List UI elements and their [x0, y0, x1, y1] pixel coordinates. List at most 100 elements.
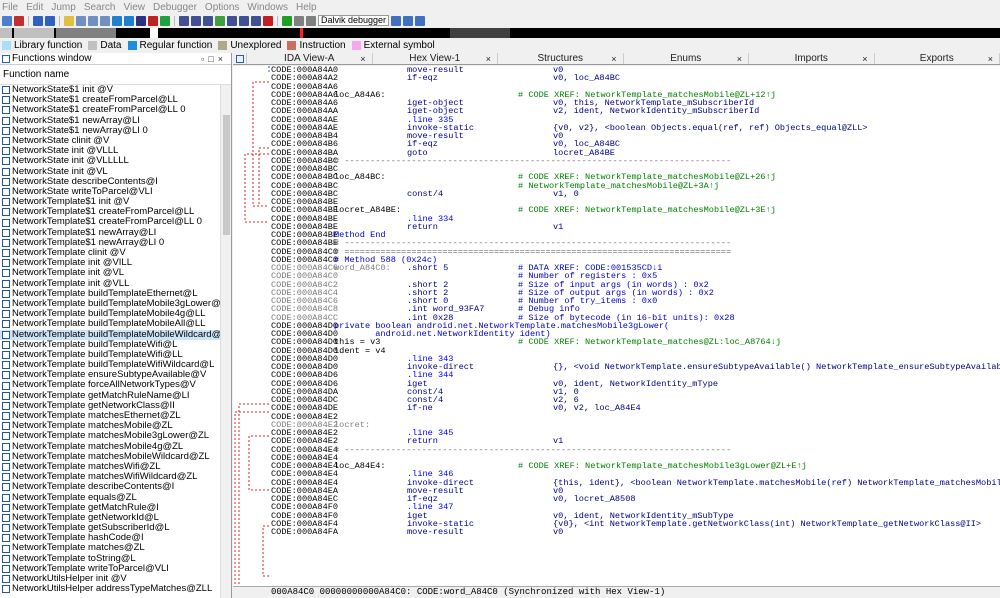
- text-search-icon[interactable]: [100, 15, 110, 26]
- code-line[interactable]: CODE:000A84BC # -------------------------…: [271, 156, 1000, 165]
- function-icon: [2, 198, 10, 207]
- delete-icon[interactable]: [263, 15, 273, 26]
- window-controls[interactable]: ▫□×: [201, 54, 227, 64]
- code-line[interactable]: CODE:000A84AA iget-object v2, ident, Netwo…: [271, 107, 1000, 116]
- menu-help[interactable]: Help: [296, 2, 317, 13]
- code-line[interactable]: CODE:000A84FA move-result v0: [271, 528, 1000, 537]
- call-graph-icon[interactable]: [191, 15, 201, 26]
- data-icon[interactable]: [124, 15, 134, 26]
- function-icon: [2, 228, 10, 237]
- tab-close-icon[interactable]: ×: [360, 54, 365, 64]
- tab-structures[interactable]: Structures ×: [498, 53, 624, 64]
- code-operands: {}, <void NetworkTemplate.ensureSubtypeA…: [553, 362, 1000, 372]
- legend-item: Instruction: [287, 40, 346, 51]
- open-icon[interactable]: [2, 15, 12, 26]
- functions-scrollbar[interactable]: [220, 85, 231, 598]
- menu-file[interactable]: File: [2, 2, 18, 13]
- edit-icon[interactable]: [64, 15, 74, 26]
- xref-icon[interactable]: [179, 15, 189, 26]
- code-line[interactable]: CODE:000A84E4 loc_A84E4: # CODE XREF: Netw…: [271, 462, 1000, 471]
- tab-close-icon[interactable]: ×: [988, 54, 993, 64]
- step-icon[interactable]: [415, 15, 426, 26]
- function-row[interactable]: NetworkTemplate describeContents@I: [0, 482, 220, 492]
- menu-search[interactable]: Search: [84, 2, 116, 13]
- detach-icon[interactable]: [403, 15, 414, 26]
- code-line[interactable]: CODE:000A84DE if-ne v0, v2, loc_A84E4: [271, 404, 1000, 413]
- search-next-icon[interactable]: [88, 15, 98, 26]
- back-icon[interactable]: [33, 15, 43, 26]
- code-line[interactable]: CODE:000A84BE .line 334: [271, 214, 1000, 223]
- code-line[interactable]: CODE:000A84F4 invoke-static {v0}, <int Net…: [271, 519, 1000, 528]
- code-line[interactable]: CODE:000A84DA const/4 v1, 0: [271, 387, 1000, 396]
- navigation-band[interactable]: [0, 28, 1000, 38]
- function-row[interactable]: NetworkState init @VLLLLL: [0, 156, 220, 166]
- code-line[interactable]: CODE:000A84A0 move-result v0: [271, 66, 1000, 74]
- function-icon: [2, 473, 10, 482]
- play-icon[interactable]: [282, 15, 292, 26]
- tab-exports[interactable]: Exports ×: [875, 53, 1000, 64]
- tab-ida-view-a[interactable]: IDA View-A ×: [247, 53, 373, 64]
- scrollbar-thumb[interactable]: [223, 115, 230, 235]
- code-line[interactable]: CODE:000A84EC if-eqz v0, locret_A8508: [271, 495, 1000, 504]
- code-line[interactable]: CODE:000A84BC # NetworkTemplate_matchesMo…: [271, 181, 1000, 190]
- code-line[interactable]: CODE:000A84BE locret_A84BE: # CODE XREF: N…: [271, 205, 1000, 216]
- menu-debugger[interactable]: Debugger: [153, 2, 197, 13]
- menu-view[interactable]: View: [124, 2, 146, 13]
- code-line[interactable]: CODE:000A84E4 invoke-direct {this, ident},…: [271, 478, 1000, 487]
- enum-icon[interactable]: [239, 15, 249, 26]
- text-icon[interactable]: [136, 15, 146, 26]
- code-line[interactable]: CODE:000A84E2 locret:: [271, 420, 1000, 429]
- struct-icon[interactable]: [227, 15, 237, 26]
- menu-options[interactable]: Options: [205, 2, 239, 13]
- function-icon: [2, 279, 10, 288]
- code-line[interactable]: CODE:000A84AE invoke-static {v0, v2}, <boo…: [271, 123, 1000, 132]
- tab-close-icon[interactable]: ×: [737, 54, 742, 64]
- segment-icon[interactable]: [251, 15, 261, 26]
- debugger-select[interactable]: Dalvik debugger: [318, 15, 390, 26]
- code-line[interactable]: CODE:000A84C6 .short 0 # Number of try_ite…: [271, 297, 1000, 306]
- menu-edit[interactable]: Edit: [26, 2, 43, 13]
- code-line[interactable]: CODE:000A84E4 # -------------------------…: [271, 445, 1000, 454]
- breakpoint-icon[interactable]: [215, 15, 225, 26]
- forward-icon[interactable]: [45, 15, 55, 26]
- search-icon[interactable]: [76, 15, 86, 26]
- save-icon[interactable]: [14, 15, 24, 26]
- function-row[interactable]: NetworkTemplate buildTemplateMobileAll@L…: [0, 319, 220, 329]
- code-line[interactable]: CODE:000A84D0 ident = v4: [271, 346, 1000, 355]
- tab-hex-view-1[interactable]: Hex View-1 ×: [373, 53, 498, 64]
- function-icon: [2, 503, 10, 512]
- code-lines[interactable]: CODE:000A84A0 move-result v0 CODE:000A84A2 i…: [271, 66, 1000, 586]
- tab-view-icon[interactable]: [233, 53, 247, 64]
- code-line[interactable]: CODE:000A84BC const/4 v1, 0: [271, 189, 1000, 198]
- column-header-function-name[interactable]: Function name: [0, 65, 231, 85]
- tab-close-icon[interactable]: ×: [862, 54, 867, 64]
- tab-close-icon[interactable]: ×: [486, 54, 491, 64]
- tab-imports[interactable]: Imports ×: [749, 53, 875, 64]
- code-line[interactable]: CODE:000A84E2: [271, 412, 1000, 421]
- code-line[interactable]: CODE:000A84D0 invoke-direct {}, <void Netw…: [271, 362, 1000, 372]
- tab-close-icon[interactable]: ×: [611, 54, 616, 64]
- stop-icon[interactable]: [306, 15, 316, 26]
- function-icon: [2, 412, 10, 421]
- code-line[interactable]: CODE:000A84B4 move-result v0: [271, 132, 1000, 141]
- code-line[interactable]: CODE:000A84D6 iget v0, ident, NetworkIdent…: [271, 379, 1000, 388]
- undefine-icon[interactable]: [148, 15, 158, 26]
- pause-icon[interactable]: [294, 15, 304, 26]
- functions-icon: [2, 54, 10, 63]
- code-line[interactable]: CODE:000A84B6 if-eqz v0, loc_A84BC: [271, 140, 1000, 149]
- function-icon: [2, 422, 10, 431]
- code-mnemonic: .short 5: [407, 263, 449, 273]
- code-label: locret_A84BE:: [334, 205, 402, 216]
- menu-jump[interactable]: Jump: [51, 2, 75, 13]
- code-line[interactable]: CODE:000A84E2 .line 345: [271, 429, 1000, 438]
- flow-chart-icon[interactable]: [203, 15, 213, 26]
- functions-list[interactable]: NetworkState$1 init @V NetworkState$1 cre…: [0, 85, 220, 598]
- menu-windows[interactable]: Windows: [247, 2, 288, 13]
- binary-search-icon[interactable]: [112, 15, 122, 26]
- tab-enums[interactable]: Enums ×: [624, 53, 749, 64]
- code-line[interactable]: CODE:000A84A2 if-eqz v0, loc_A84BC: [271, 74, 1000, 83]
- graph-icon[interactable]: [160, 15, 170, 26]
- disassembly-view[interactable]: CODE:000A84A0 move-result v0 CODE:000A84A2 i…: [233, 66, 1000, 586]
- function-row[interactable]: NetworkUtilsHelper addressTypeMatches@ZL…: [0, 583, 220, 594]
- attach-icon[interactable]: [391, 15, 402, 26]
